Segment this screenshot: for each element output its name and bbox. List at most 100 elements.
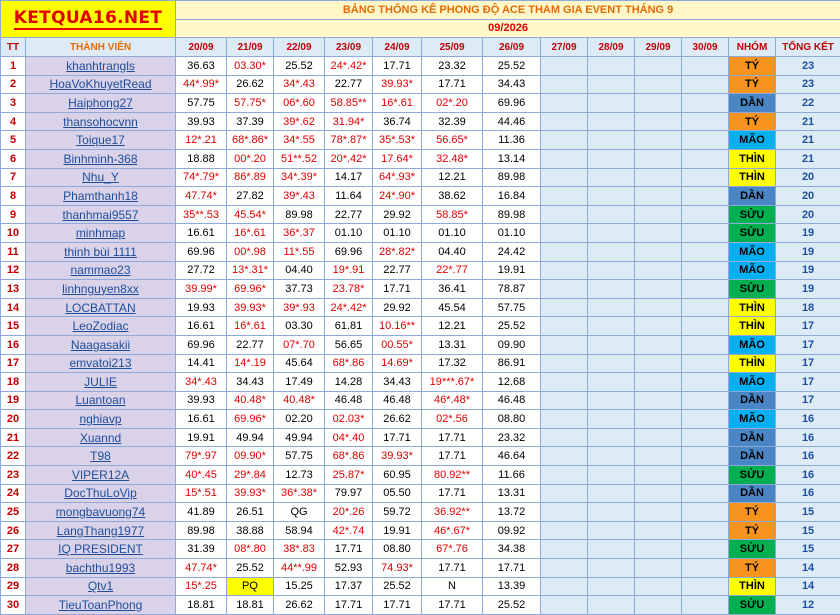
member-link[interactable]: JULIE [84, 375, 117, 389]
group-badge: SỬU [729, 466, 776, 485]
value-cell: 17.32 [422, 354, 483, 373]
member-link[interactable]: thinh bùi 1111 [64, 245, 137, 259]
empty-cell [682, 205, 729, 224]
empty-cell [588, 391, 635, 410]
value-cell: 46.48 [483, 391, 541, 410]
empty-cell [588, 317, 635, 336]
group-badge: TÝ [729, 57, 776, 76]
value-cell: 44.46 [483, 112, 541, 131]
table-row: 8Phamthanh1847.74*27.8239*.4311.6424*.90… [1, 187, 840, 206]
value-cell: 05.50 [373, 484, 422, 503]
empty-cell [541, 335, 588, 354]
value-cell: 17.71 [325, 540, 373, 559]
group-badge: DẦN [729, 391, 776, 410]
empty-cell [541, 503, 588, 522]
member-cell: Toique17 [26, 131, 176, 150]
site-logo[interactable]: KETQUA16.NET [1, 1, 176, 38]
member-cell: nammao23 [26, 261, 176, 280]
member-link[interactable]: Phamthanh18 [63, 189, 138, 203]
member-link[interactable]: DocThuLoVip [64, 486, 137, 500]
group-badge: MÃO [729, 261, 776, 280]
table-row: 5Toique1712*.2168*.86*34*.5578*.87*35*.5… [1, 131, 840, 150]
total-score: 14 [776, 559, 840, 578]
value-cell: 35*.53* [373, 131, 422, 150]
value-cell: 68*.86 [325, 447, 373, 466]
member-link[interactable]: linhnguyen8xx [62, 282, 139, 296]
member-cell: mongbavuong74 [26, 503, 176, 522]
member-link[interactable]: nghiavp [79, 412, 121, 426]
empty-cell [588, 57, 635, 76]
empty-cell [588, 335, 635, 354]
member-link[interactable]: thanhmai9557 [62, 208, 138, 222]
member-link[interactable]: khanhtrangls [66, 59, 135, 73]
value-cell: 58.94 [274, 521, 325, 540]
member-link[interactable]: Qtv1 [88, 579, 113, 593]
group-badge: THÌN [729, 577, 776, 596]
member-link[interactable]: Haiphong27 [68, 96, 133, 110]
total-score: 23 [776, 75, 840, 94]
empty-cell [682, 391, 729, 410]
empty-cell [682, 261, 729, 280]
header-group: NHÓM [729, 38, 776, 57]
value-cell: 23.32 [422, 57, 483, 76]
row-number: 9 [1, 205, 26, 224]
empty-cell [588, 280, 635, 299]
header-date: 29/09 [635, 38, 682, 57]
member-link[interactable]: Toique17 [76, 133, 125, 147]
value-cell: 80.92** [422, 466, 483, 485]
member-link[interactable]: minhmap [76, 226, 125, 240]
value-cell: 31.94* [325, 112, 373, 131]
member-link[interactable]: emvatoi213 [69, 356, 131, 370]
empty-cell [588, 373, 635, 392]
value-cell: 51**.52 [274, 149, 325, 168]
member-link[interactable]: Xuannd [80, 431, 121, 445]
group-badge: MÃO [729, 410, 776, 429]
member-link[interactable]: LeoZodiac [72, 319, 128, 333]
header-date: 30/09 [682, 38, 729, 57]
row-number: 30 [1, 596, 26, 615]
member-link[interactable]: T98 [90, 449, 111, 463]
value-cell: 24*.90* [373, 187, 422, 206]
member-link[interactable]: thansohocvnn [63, 115, 138, 129]
value-cell: 57.75 [176, 94, 227, 113]
value-cell: 08.80 [373, 540, 422, 559]
value-cell: 14.41 [176, 354, 227, 373]
member-link[interactable]: LOCBATTAN [65, 301, 135, 315]
empty-cell [541, 205, 588, 224]
member-cell: Nhu_Y [26, 168, 176, 187]
member-link[interactable]: Naagasakii [71, 338, 130, 352]
member-link[interactable]: Luantoan [75, 393, 125, 407]
value-cell: 13.31 [483, 484, 541, 503]
empty-cell [588, 298, 635, 317]
sheet-month: 09/2026 [176, 19, 840, 38]
header-member: THÀNH VIÊN [26, 38, 176, 57]
member-link[interactable]: mongbavuong74 [56, 505, 145, 519]
member-link[interactable]: IQ PRESIDENT [58, 542, 143, 556]
site-logo-text[interactable]: KETQUA16.NET [14, 8, 162, 30]
total-score: 21 [776, 112, 840, 131]
row-number: 29 [1, 577, 26, 596]
member-link[interactable]: nammao23 [70, 263, 130, 277]
empty-cell [541, 317, 588, 336]
member-link[interactable]: TieuToanPhong [59, 598, 143, 612]
value-cell: 16.61 [176, 410, 227, 429]
value-cell: 46.64 [483, 447, 541, 466]
value-cell: 38*.83 [274, 540, 325, 559]
total-score: 17 [776, 373, 840, 392]
total-score: 16 [776, 447, 840, 466]
member-link[interactable]: Binhminh-368 [63, 152, 137, 166]
member-link[interactable]: LangThang1977 [57, 524, 144, 538]
empty-cell [682, 596, 729, 615]
table-row: 26LangThang197789.9838.8858.9442*.7419.9… [1, 521, 840, 540]
member-link[interactable]: VIPER12A [72, 468, 129, 482]
empty-cell [588, 112, 635, 131]
group-badge: SỬU [729, 224, 776, 243]
member-link[interactable]: HoaVoKhuyetRead [49, 77, 151, 91]
value-cell: 19.93 [176, 298, 227, 317]
total-score: 23 [776, 57, 840, 76]
member-link[interactable]: bachthu1993 [66, 561, 135, 575]
header-date: 27/09 [541, 38, 588, 57]
value-cell: 25.52 [483, 317, 541, 336]
empty-cell [588, 466, 635, 485]
member-link[interactable]: Nhu_Y [82, 170, 119, 184]
